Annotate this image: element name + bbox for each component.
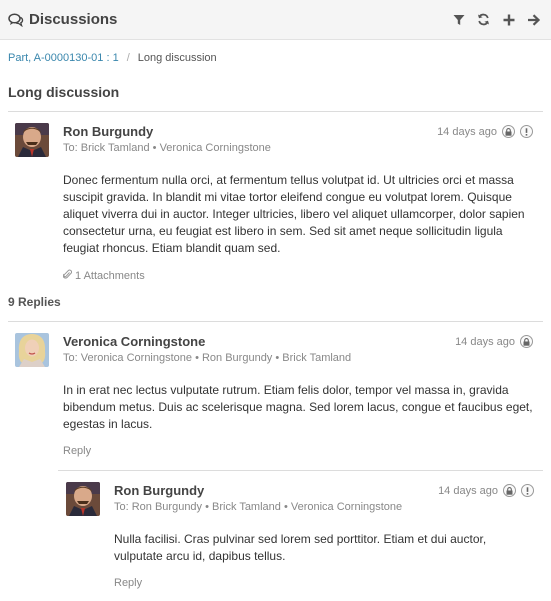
lock-icon[interactable] [502, 125, 515, 138]
post-timestamp: 14 days ago [455, 335, 515, 348]
post-recipients: To: Veronica Corningstone • Ron Burgundy… [63, 352, 352, 364]
reply-button[interactable]: Reply [114, 577, 534, 589]
post-author[interactable]: Ron Burgundy [114, 483, 204, 498]
header-actions [451, 12, 543, 27]
breadcrumb: Part, A-0000130-01 : 1 / Long discussion [0, 40, 551, 76]
breadcrumb-parent-link[interactable]: Part, A-0000130-01 : 1 [8, 52, 119, 64]
alert-icon[interactable] [520, 125, 533, 138]
post-timestamp: 14 days ago [438, 484, 498, 497]
avatar [66, 482, 100, 516]
breadcrumb-separator: / [126, 52, 130, 64]
post-timestamp: 14 days ago [437, 125, 497, 138]
avatar [15, 333, 49, 367]
avatar [15, 123, 49, 157]
post-recipients: To: Brick Tamland • Veronica Corningston… [63, 142, 271, 154]
post-body: Nulla facilisi. Cras pulvinar sed lorem … [114, 532, 487, 563]
post-author[interactable]: Ron Burgundy [63, 124, 153, 139]
paperclip-icon [62, 269, 73, 283]
discussion-icon [8, 12, 24, 27]
post-author[interactable]: Veronica Corningstone [63, 334, 205, 349]
alert-icon[interactable] [521, 484, 534, 497]
reply-divider [58, 470, 543, 471]
lock-icon[interactable] [503, 484, 516, 497]
add-icon[interactable] [501, 12, 516, 27]
panel-title-text: Discussions [29, 11, 118, 28]
page-title: Long discussion [8, 76, 543, 112]
filter-icon[interactable] [451, 12, 466, 27]
attachments-label: 1 Attachments [75, 270, 145, 282]
arrow-right-icon[interactable] [526, 12, 541, 27]
replies-divider [8, 321, 543, 322]
replies-count: 9 Replies [8, 295, 61, 309]
post-body: Donec fermentum nulla orci, at fermentum… [63, 173, 525, 255]
panel-header: Discussions [0, 0, 551, 40]
breadcrumb-current: Long discussion [137, 52, 217, 64]
lock-icon[interactable] [520, 335, 533, 348]
reply-button[interactable]: Reply [63, 445, 533, 457]
refresh-icon[interactable] [476, 12, 491, 27]
attachments-link[interactable]: 1 Attachments [62, 269, 533, 283]
post-body: In in erat nec lectus vulputate rutrum. … [63, 383, 533, 431]
panel-title: Discussions [8, 11, 117, 28]
post-recipients: To: Ron Burgundy • Brick Tamland • Veron… [114, 501, 403, 513]
